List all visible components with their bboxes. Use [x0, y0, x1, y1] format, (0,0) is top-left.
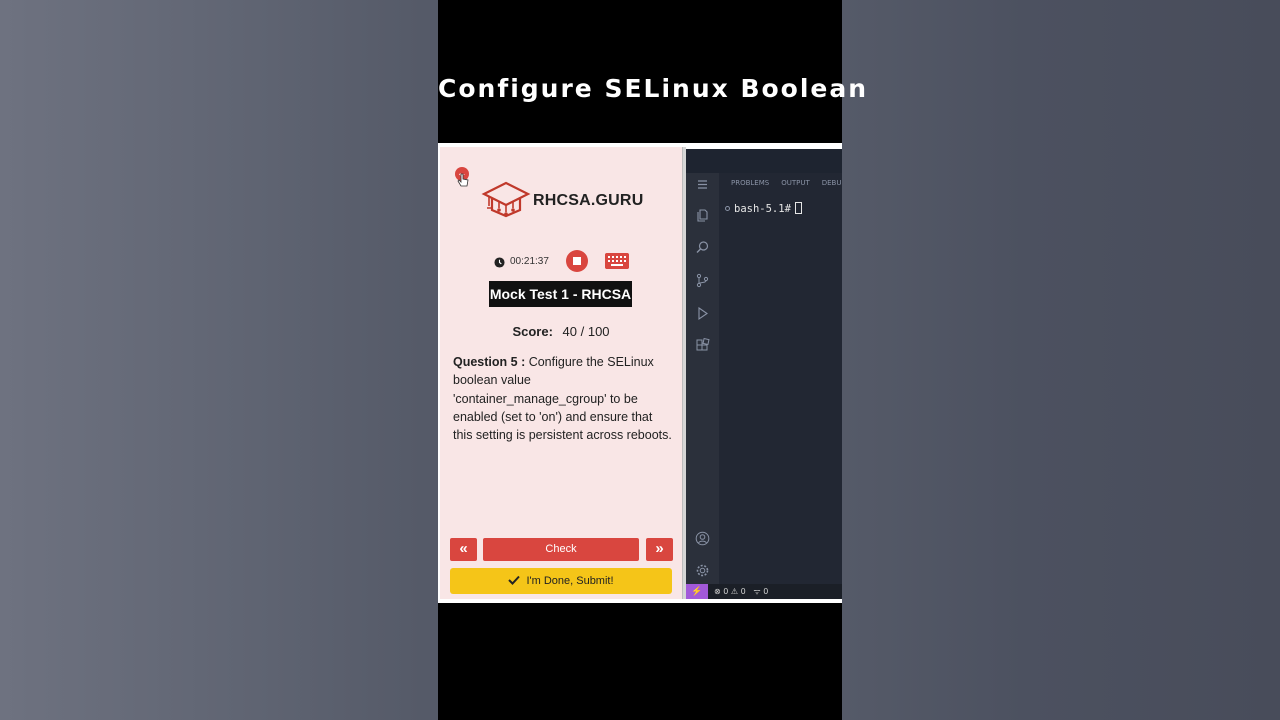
run-debug-icon[interactable]: [695, 306, 710, 321]
hand-cursor-icon: [457, 173, 469, 187]
extensions-icon[interactable]: [695, 338, 710, 353]
previous-question-button[interactable]: «: [450, 538, 477, 561]
keyboard-icon[interactable]: [605, 253, 629, 269]
terminal-prompt: bash-5.1#: [734, 203, 791, 215]
video-bottom-bar: [438, 603, 842, 720]
status-problems[interactable]: ⊗ 0 ⚠ 0 ᯤ 0: [714, 586, 768, 597]
exam-panel: ← RHCSA.GURU 00:21:37 Mock Test 1 - RHCS…: [440, 147, 682, 599]
terminal-status-dot: [725, 206, 730, 211]
brand-name: RHCSA.GURU: [533, 192, 644, 209]
timer: 00:21:37: [510, 256, 549, 267]
warning-icon: ⚠: [730, 587, 739, 596]
status-bar: ⚡ ⊗ 0 ⚠ 0 ᯤ 0: [686, 584, 842, 599]
screen-capture: ← RHCSA.GURU 00:21:37 Mock Test 1 - RHCS…: [438, 143, 842, 603]
panel-tabs: PROBLEMS OUTPUT DEBU: [731, 179, 853, 187]
test-title: Mock Test 1 - RHCSA: [489, 281, 632, 307]
tab-output[interactable]: OUTPUT: [781, 179, 810, 187]
stop-button[interactable]: [566, 250, 588, 272]
submit-button[interactable]: I'm Done, Submit!: [450, 568, 672, 594]
code-editor: PROBLEMS OUTPUT DEBU bash-5.1# ⚡ ⊗ 0 ⚠ 0 ᯤ…: [686, 145, 842, 601]
gear-icon[interactable]: [695, 563, 710, 578]
ports-count: 0: [763, 587, 769, 596]
source-control-icon[interactable]: [695, 273, 710, 288]
check-button[interactable]: Check: [483, 538, 639, 561]
video-frame: Configure SELinux Boolean ← RHCSA.GURU 0…: [438, 0, 869, 720]
terminal-line[interactable]: bash-5.1#: [725, 202, 802, 215]
score: Score: 40 / 100: [440, 324, 682, 339]
checkmark-icon: [508, 575, 521, 585]
next-question-button[interactable]: »: [646, 538, 673, 561]
activity-bar: [686, 173, 719, 584]
ports-icon: ᯤ: [753, 587, 761, 596]
editor-top-bar: [686, 149, 842, 173]
score-label: Score:: [512, 324, 553, 339]
score-value: 40 / 100: [562, 324, 610, 339]
timer-row: 00:21:37: [440, 249, 682, 273]
graduation-cap-logo-icon: [481, 181, 531, 218]
account-icon[interactable]: [695, 531, 710, 546]
menu-icon[interactable]: [695, 177, 710, 192]
tab-debug[interactable]: DEBU: [822, 179, 842, 187]
explorer-icon[interactable]: [695, 208, 710, 223]
search-icon[interactable]: [695, 240, 710, 255]
video-title: Configure SELinux Boolean: [438, 74, 869, 103]
warning-count: 0: [740, 587, 746, 596]
error-icon: ⊗: [714, 587, 721, 596]
question-label: Question 5 :: [453, 355, 526, 369]
terminal-cursor: [794, 202, 802, 214]
remote-indicator-icon[interactable]: ⚡: [686, 584, 708, 599]
question-text: Question 5 : Configure the SELinux boole…: [453, 353, 673, 444]
clock-icon: [494, 257, 505, 268]
error-count: 0: [723, 587, 729, 596]
submit-label: I'm Done, Submit!: [526, 575, 614, 587]
tab-problems[interactable]: PROBLEMS: [731, 179, 769, 187]
terminal-panel[interactable]: PROBLEMS OUTPUT DEBU bash-5.1#: [719, 173, 842, 584]
